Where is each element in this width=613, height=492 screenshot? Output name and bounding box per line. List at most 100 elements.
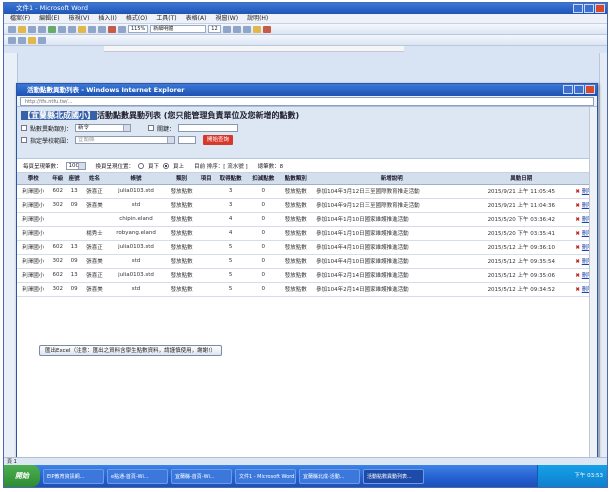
table-cell: julia0103.std: [106, 184, 166, 199]
highlight-icon[interactable]: [28, 36, 36, 44]
keyword-label: 關鍵：: [157, 125, 176, 133]
undo-icon[interactable]: [88, 25, 96, 33]
delete-icon[interactable]: ✖: [575, 273, 580, 279]
cut-icon[interactable]: [58, 25, 66, 33]
spellcheck-icon[interactable]: [48, 25, 56, 33]
font-select[interactable]: 新細明體: [150, 25, 207, 33]
ie-close-icon[interactable]: [585, 85, 595, 94]
col-grade[interactable]: 年級: [49, 173, 66, 185]
ruler: [104, 46, 404, 52]
vertical-scrollbar[interactable]: [599, 53, 607, 465]
copy-icon[interactable]: [68, 25, 76, 33]
delete-icon[interactable]: ✖: [575, 231, 580, 237]
align-icon[interactable]: [252, 25, 261, 33]
font-color-icon[interactable]: [262, 25, 271, 33]
keyword-checkbox[interactable]: [148, 125, 155, 131]
export-excel-button[interactable]: 匯出Excel（注意：匯出之資料含學生點數資料，請謹慎使用，謝謝!）: [39, 345, 222, 356]
school-checkbox[interactable]: [21, 137, 27, 143]
ie-title-bar: 活動點數異動列表 - Windows Internet Explorer: [17, 84, 597, 96]
page-size-select[interactable]: 100: [65, 161, 86, 170]
type-checkbox[interactable]: [21, 125, 27, 131]
taskbar-item-word[interactable]: 文件1 - Microsoft Word: [235, 468, 296, 484]
menu-format[interactable]: 格式(O): [126, 14, 147, 23]
col-item[interactable]: 項目: [197, 173, 215, 185]
taskbar-item-edian[interactable]: e點通-首頁-Wi...: [107, 468, 168, 484]
page-title: 【宜蘭縣北成國小】 活動點數異動列表 (您只能管理負責單位及您新增的點數): [21, 109, 593, 122]
col-school[interactable]: 學校: [17, 173, 50, 185]
keyword-input[interactable]: [178, 124, 239, 132]
col-points-deducted[interactable]: 扣減點數: [246, 173, 280, 185]
menu-table[interactable]: 表格(A): [186, 14, 207, 23]
col-description[interactable]: 新增說明: [312, 173, 472, 185]
delete-icon[interactable]: ✖: [575, 203, 580, 209]
taskbar-item-points-list[interactable]: 活動點數異動列表...: [363, 468, 424, 484]
col-name[interactable]: 姓名: [82, 173, 107, 185]
ie-maximize-icon[interactable]: [574, 85, 584, 94]
menu-insert[interactable]: 插入(I): [98, 14, 116, 23]
taskbar-item-activity[interactable]: 宜蘭縣北成-活動...: [299, 468, 360, 484]
col-category[interactable]: 類別: [165, 173, 198, 185]
table-cell: 發放點數: [279, 282, 313, 297]
delete-icon[interactable]: ✖: [575, 259, 580, 265]
print-icon[interactable]: [38, 25, 46, 33]
menu-tools[interactable]: 工具(T): [156, 14, 176, 23]
indent-icon[interactable]: [18, 36, 26, 44]
table-cell: 302: [49, 198, 66, 213]
table-cell: 302: [49, 282, 66, 297]
delete-icon[interactable]: ✖: [575, 189, 580, 195]
menu-file[interactable]: 檔案(F): [10, 14, 30, 23]
position-radio-bottom[interactable]: [138, 162, 145, 169]
table-cell: 0: [246, 254, 280, 269]
position-radio-top[interactable]: [163, 162, 170, 169]
underline-icon[interactable]: [242, 25, 251, 33]
bold-icon[interactable]: [222, 25, 231, 33]
search-button[interactable]: 開始查詢: [203, 135, 234, 145]
col-seat[interactable]: 座號: [65, 173, 83, 185]
table-cell: 0: [246, 268, 280, 283]
col-points-gained[interactable]: 取得點數: [214, 173, 247, 185]
menu-help[interactable]: 說明(H): [247, 14, 268, 23]
address-input[interactable]: http://tfs.ntfu.tw/...: [20, 97, 594, 106]
ie-scrollbar[interactable]: [589, 107, 597, 467]
delete-icon[interactable]: ✖: [575, 245, 580, 251]
table-cell: 發放點數: [165, 212, 198, 227]
school-extra-input[interactable]: [178, 136, 197, 144]
table-cell: 602: [49, 240, 66, 255]
menu-view[interactable]: 檢視(V): [69, 14, 90, 23]
table-cell: 參加104年9月12日三至國際教育推走活動: [312, 198, 472, 213]
minimize-icon[interactable]: [573, 4, 583, 13]
table-row: 利澤國小 302 09 張喜美 std 發放點數 5 0 發放點數 參加104年2月14日國家維護…: [17, 282, 597, 297]
table-cell: 參加104年4月10日國家維護推進活動: [312, 240, 472, 255]
redo-icon[interactable]: [98, 25, 106, 33]
border-icon[interactable]: [38, 36, 46, 44]
table-cell: robyang.eland: [106, 226, 166, 241]
style-icon[interactable]: [8, 36, 16, 44]
table-cell: 發放點數: [165, 226, 198, 241]
columns-icon[interactable]: [118, 25, 126, 33]
school-name: 【宜蘭縣北成國小】: [21, 111, 97, 120]
delete-icon[interactable]: ✖: [575, 287, 580, 293]
paste-icon[interactable]: [78, 25, 86, 33]
font-size-select[interactable]: 12: [208, 25, 221, 33]
table-icon[interactable]: [108, 25, 116, 33]
school-select[interactable]: 宜蘭縣: [75, 136, 176, 144]
save-icon[interactable]: [28, 25, 36, 33]
italic-icon[interactable]: [232, 25, 241, 33]
col-point-type[interactable]: 點數類別: [279, 173, 313, 185]
start-button[interactable]: 開始: [4, 465, 40, 487]
taskbar-item-yilan[interactable]: 宜蘭縣-首頁-Wi...: [171, 468, 232, 484]
page-size-label: 每頁呈現筆數：: [23, 163, 62, 170]
new-icon[interactable]: [8, 25, 16, 33]
delete-icon[interactable]: ✖: [575, 217, 580, 223]
open-icon[interactable]: [18, 25, 26, 33]
menu-window[interactable]: 視窗(W): [215, 14, 238, 23]
menu-edit[interactable]: 編輯(E): [39, 14, 59, 23]
col-date[interactable]: 異動日期: [471, 173, 572, 185]
ie-minimize-icon[interactable]: [563, 85, 573, 94]
maximize-icon[interactable]: [584, 4, 594, 13]
col-account[interactable]: 帳號: [106, 173, 166, 185]
close-icon[interactable]: [595, 4, 605, 13]
taskbar-item-eip[interactable]: EIP教育資訊網...: [43, 468, 104, 484]
type-select[interactable]: 新令: [75, 124, 132, 132]
zoom-select[interactable]: 115%: [128, 25, 149, 33]
